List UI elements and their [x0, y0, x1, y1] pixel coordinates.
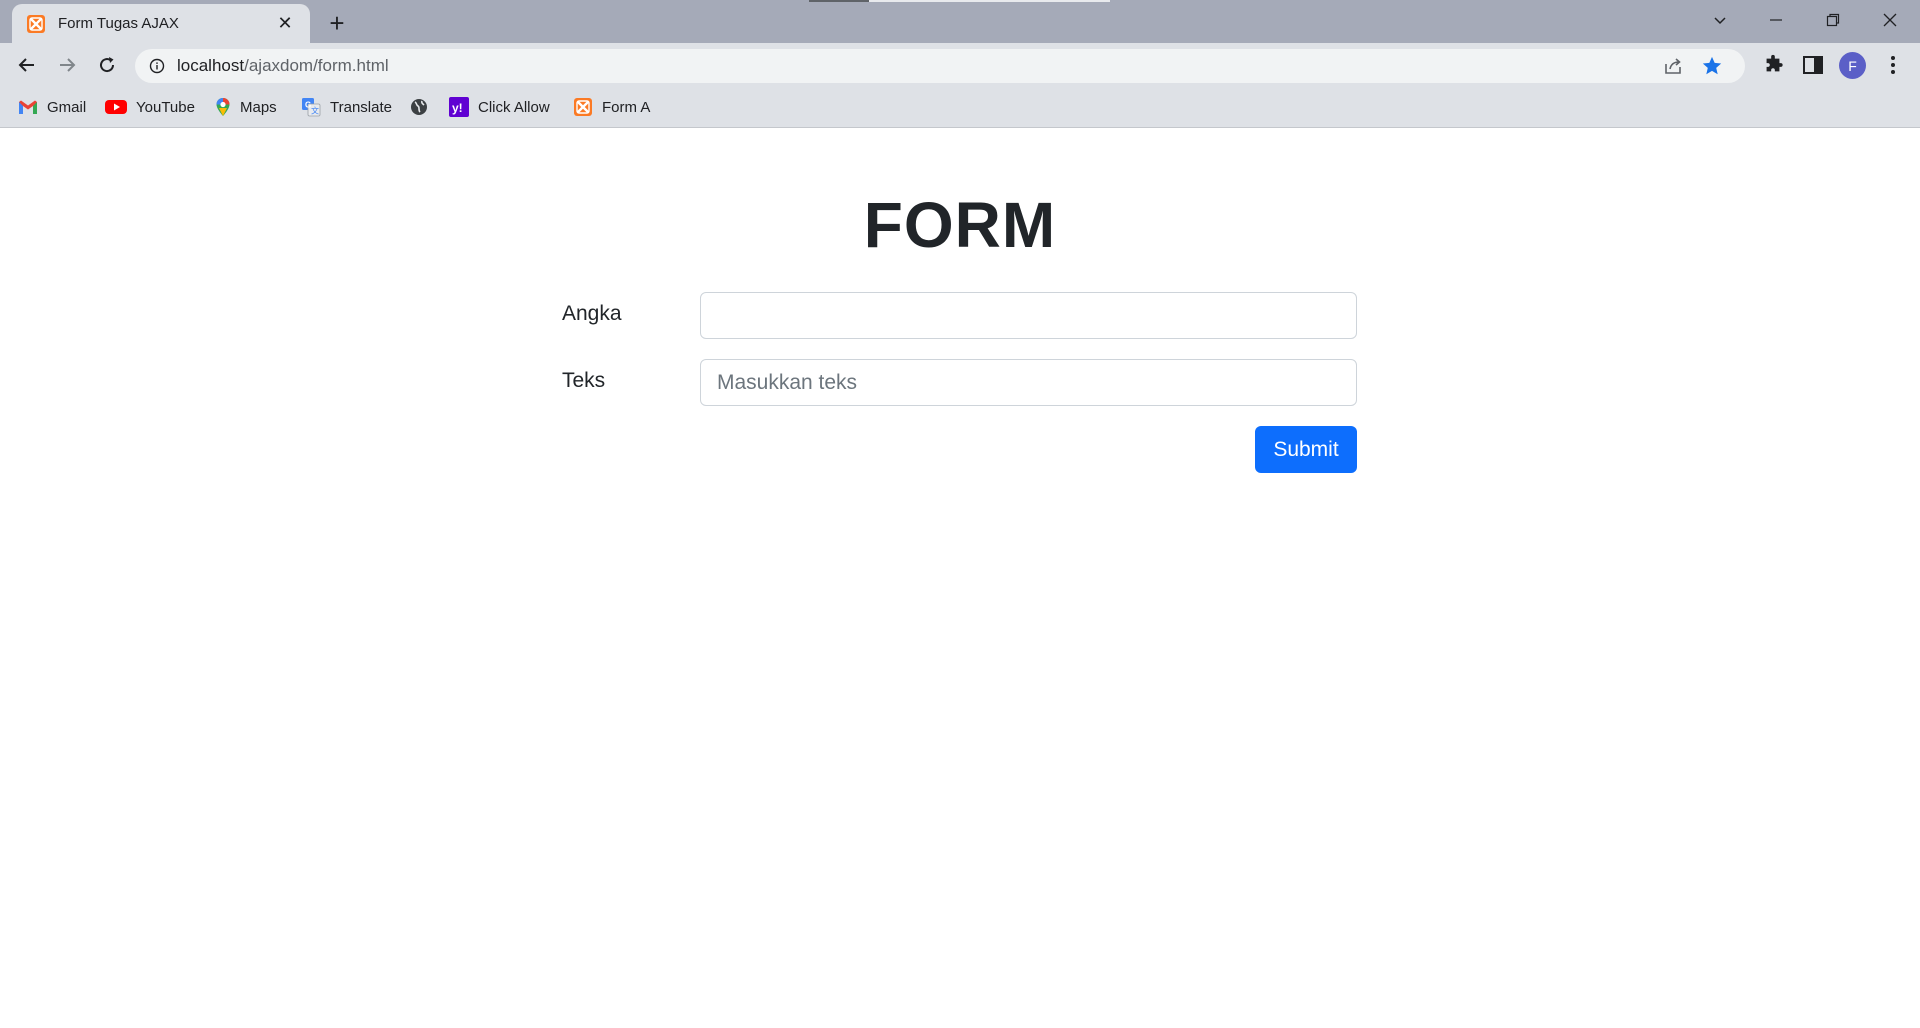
reload-icon: [100, 57, 115, 73]
more-menu-icon[interactable]: [1885, 54, 1901, 76]
info-icon[interactable]: [149, 58, 165, 74]
share-icon[interactable]: [1663, 56, 1683, 76]
url-host: localhost: [177, 56, 245, 75]
yahoo-icon: y!: [449, 97, 469, 117]
restore-icon: [1826, 13, 1840, 27]
address-bar[interactable]: localhost/ajaxdom/form.html: [135, 49, 1745, 83]
maps-icon: [216, 98, 230, 116]
arrow-right-icon: [60, 58, 76, 72]
close-tab-icon[interactable]: ✕: [274, 13, 296, 35]
teks-label: Teks: [562, 369, 606, 392]
new-tab-button[interactable]: +: [323, 9, 351, 37]
bookmark-label: Form A: [602, 98, 651, 116]
tab-strip: Form Tugas AJAX ✕ +: [0, 0, 1920, 43]
bookmark-translate[interactable]: G 文 Translate: [301, 96, 392, 118]
bookmark-label: Click Allow: [478, 98, 550, 116]
translate-icon: G 文: [302, 98, 321, 117]
bookmark-click-allow[interactable]: y! Click Allow: [449, 96, 550, 118]
profile-avatar[interactable]: F: [1839, 52, 1866, 79]
browser-toolbar: localhost/ajaxdom/form.html F: [0, 43, 1920, 87]
side-panel-icon[interactable]: [1802, 54, 1824, 76]
reload-button[interactable]: [91, 49, 123, 81]
bookmark-label: Gmail: [47, 98, 87, 116]
tab-title: Form Tugas AJAX: [58, 15, 179, 32]
close-icon: [1883, 13, 1897, 27]
minimize-button[interactable]: [1748, 0, 1804, 40]
browser-tab-active[interactable]: Form Tugas AJAX ✕: [12, 4, 310, 43]
tab-strip-indicator-light: [869, 0, 1110, 2]
bookmark-youtube[interactable]: YouTube: [105, 96, 195, 118]
bookmark-maps[interactable]: Maps: [215, 96, 277, 118]
bookmark-globe[interactable]: [410, 96, 428, 118]
bookmark-label: Translate: [330, 98, 392, 116]
globe-icon: [411, 99, 427, 115]
url-text[interactable]: localhost/ajaxdom/form.html: [177, 56, 389, 76]
bookmark-label: Maps: [240, 98, 277, 116]
teks-input[interactable]: [700, 359, 1357, 406]
youtube-icon: [105, 100, 127, 114]
tab-strip-indicator: [809, 0, 869, 2]
page-title: FORM: [863, 189, 1057, 261]
chevron-down-icon: [1714, 17, 1726, 25]
svg-text:y!: y!: [452, 101, 463, 115]
close-window-button[interactable]: [1862, 0, 1918, 40]
bookmark-label: YouTube: [136, 98, 195, 116]
svg-text:文: 文: [311, 106, 319, 116]
bookmarks-bar: Gmail YouTube Maps G 文 Translate y! Clic…: [0, 87, 1920, 128]
restore-button[interactable]: [1805, 0, 1861, 40]
bookmark-gmail[interactable]: Gmail: [18, 96, 86, 118]
back-button[interactable]: [11, 49, 43, 81]
gmail-icon: [19, 100, 37, 114]
xampp-icon: [27, 14, 45, 33]
xampp-icon: [574, 98, 592, 116]
bookmark-star-icon[interactable]: [1701, 55, 1723, 77]
arrow-left-icon: [18, 58, 34, 72]
angka-input[interactable]: [700, 292, 1357, 339]
extensions-icon[interactable]: [1762, 54, 1784, 76]
minimize-icon: [1770, 19, 1782, 21]
angka-label: Angka: [562, 302, 622, 325]
url-path: /ajaxdom/form.html: [244, 56, 389, 75]
tab-search-button[interactable]: [1692, 0, 1748, 40]
submit-button[interactable]: Submit: [1255, 426, 1357, 473]
forward-button[interactable]: [51, 49, 83, 81]
bookmark-form-a[interactable]: Form A: [573, 96, 650, 118]
